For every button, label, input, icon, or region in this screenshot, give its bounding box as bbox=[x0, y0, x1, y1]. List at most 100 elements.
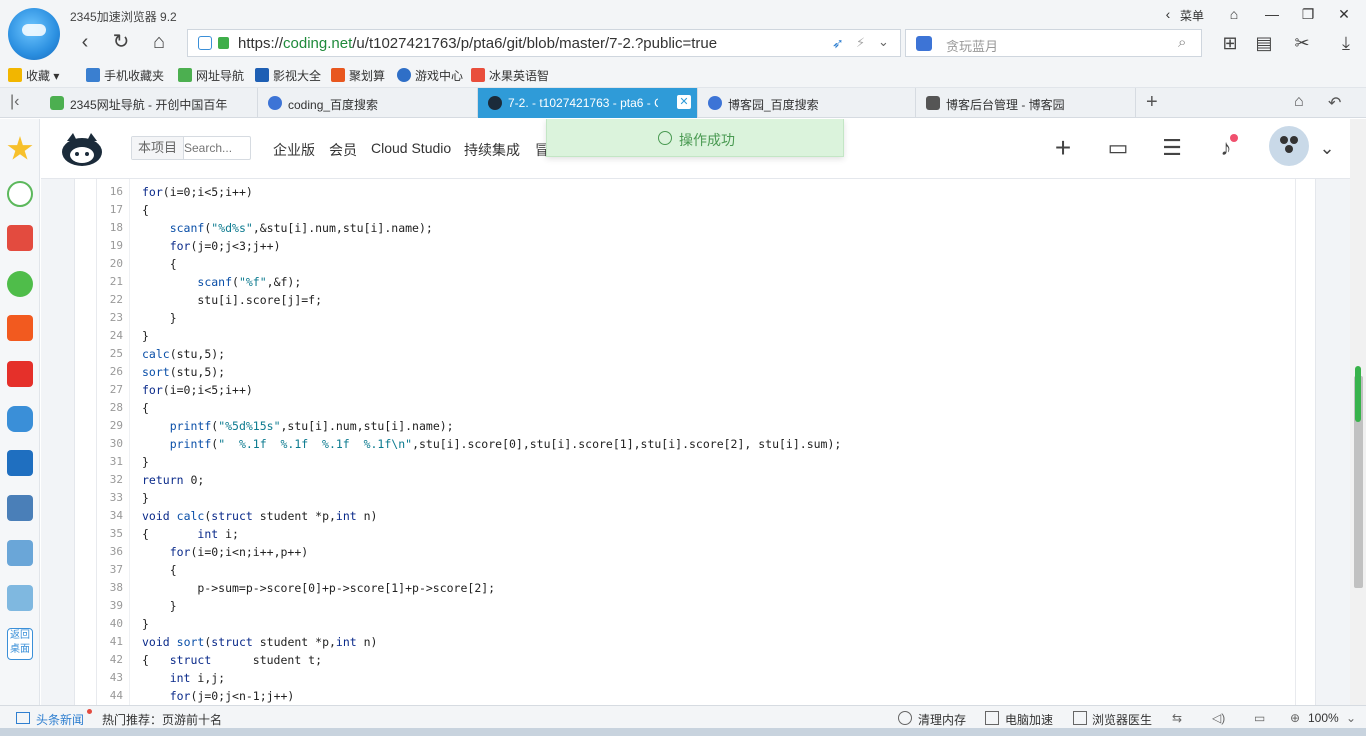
code-line: sort(stu,5); bbox=[142, 365, 226, 379]
code-line: for(j=0;j<n-1;j++) bbox=[169, 689, 295, 703]
video-icon[interactable] bbox=[7, 450, 33, 476]
window-icon[interactable]: ▭ bbox=[1254, 711, 1265, 725]
download-icon[interactable]: ⤓ bbox=[1334, 32, 1358, 56]
collapse-sidebar-icon[interactable]: |‹ bbox=[10, 93, 19, 111]
new-tab-icon[interactable]: + bbox=[1146, 91, 1158, 114]
zoom-icon: ⊕ bbox=[1290, 711, 1301, 725]
line-number: 36 bbox=[109, 545, 123, 558]
network-icon[interactable]: ⇆ bbox=[1172, 711, 1182, 725]
plus-icon[interactable]: + bbox=[1051, 134, 1075, 162]
tab-bar: |‹ 2345网址导航 - 开创中国百年 coding_百度搜索 7-2. - … bbox=[0, 88, 1366, 118]
notification-dot bbox=[1230, 134, 1238, 142]
search-icon[interactable]: ⌕ bbox=[1178, 34, 1186, 51]
minimize-icon[interactable]: — bbox=[1262, 4, 1282, 24]
taobao-icon[interactable] bbox=[7, 315, 33, 341]
address-bar[interactable]: https://coding.net/u/t1027421763/p/pta6/… bbox=[187, 29, 901, 57]
terminal-icon[interactable]: ▭ bbox=[1106, 137, 1130, 161]
tab-2345[interactable]: 2345网址导航 - 开创中国百年 bbox=[40, 88, 258, 118]
volume-icon[interactable]: ◁) bbox=[1212, 711, 1225, 725]
line-number: 37 bbox=[109, 563, 123, 576]
bookmark-item[interactable]: 聚划算 bbox=[331, 67, 385, 84]
calculator-icon[interactable] bbox=[7, 540, 33, 566]
code-block: 16 17 18 19 20 21 22 23 24 25 26 27 28 29 30 31 32 33 34 35… bbox=[96, 179, 1296, 705]
chevron-down-icon[interactable]: ⌄ bbox=[1346, 711, 1356, 725]
code-line: { bbox=[142, 203, 149, 217]
line-number: 27 bbox=[109, 383, 123, 396]
nav-enterprise[interactable]: 企业版 bbox=[273, 140, 315, 160]
bookmark-item[interactable]: 收藏 ▾ bbox=[8, 67, 59, 84]
nav-member[interactable]: 会员 bbox=[329, 140, 357, 160]
project-search-input[interactable] bbox=[184, 137, 248, 159]
tools-icon[interactable]: ✂ bbox=[1290, 32, 1314, 56]
tab-cnblogs-search[interactable]: 博客园_百度搜索 bbox=[698, 88, 916, 118]
smile-icon bbox=[658, 131, 672, 145]
tab-coding-search[interactable]: coding_百度搜索 bbox=[258, 88, 478, 118]
reload-icon[interactable]: ↻ bbox=[108, 30, 134, 56]
restore-icon[interactable]: ❐ bbox=[1298, 4, 1318, 24]
code-line: void calc(struct student *p,int n) bbox=[142, 509, 378, 523]
close-tab-icon[interactable]: ✕ bbox=[677, 95, 691, 109]
project-search[interactable]: 本项目 bbox=[131, 136, 251, 160]
status-doctor[interactable]: 浏览器医生 bbox=[1092, 711, 1152, 728]
search-input[interactable]: 贪玩蓝月 bbox=[946, 36, 998, 55]
home-icon[interactable]: ⌂ bbox=[146, 30, 172, 56]
bookmark-item[interactable]: 冰果英语智 bbox=[471, 67, 549, 84]
toutiao-icon[interactable] bbox=[7, 225, 33, 251]
code-line: { struct student t; bbox=[142, 653, 323, 667]
menu-chevron-icon[interactable]: ‹ bbox=[1158, 4, 1178, 24]
apps-icon[interactable]: ⊞ bbox=[1218, 32, 1242, 56]
bookmark-item[interactable]: 游戏中心 bbox=[397, 67, 463, 84]
lightning-icon[interactable]: ⚡ bbox=[856, 35, 865, 51]
tab-cnblogs-admin[interactable]: 博客后台管理 - 博客园 bbox=[916, 88, 1136, 118]
undo-close-icon[interactable]: ↶ bbox=[1328, 93, 1341, 113]
bookmark-item[interactable]: 网址导航 bbox=[178, 67, 244, 84]
status-speed[interactable]: 电脑加速 bbox=[1005, 711, 1053, 728]
line-number: 43 bbox=[109, 671, 123, 684]
search-scope[interactable]: 本项目 bbox=[132, 137, 185, 159]
close-window-icon[interactable]: ✕ bbox=[1334, 4, 1354, 24]
news-dot bbox=[87, 709, 92, 714]
page-scrollbar[interactable] bbox=[1350, 119, 1366, 705]
nav-cloud-studio[interactable]: Cloud Studio bbox=[371, 140, 451, 156]
server-icon[interactable]: ☰ bbox=[1160, 137, 1184, 161]
bookmark-item[interactable]: 影视大全 bbox=[255, 67, 321, 84]
search-box[interactable]: 贪玩蓝月 ⌕ bbox=[905, 29, 1202, 57]
status-news[interactable]: 头条新闻 bbox=[36, 711, 84, 728]
gamepad-icon[interactable] bbox=[7, 406, 33, 432]
status-clean[interactable]: 清理内存 bbox=[918, 711, 966, 728]
return-desktop-icon[interactable]: 返回 桌面 bbox=[7, 628, 33, 660]
code-line: p->sum=p->score[0]+p->score[1]+p->score[… bbox=[142, 581, 496, 595]
history-icon[interactable] bbox=[7, 181, 33, 207]
bookmark-item[interactable]: 手机收藏夹 bbox=[86, 67, 164, 84]
line-number: 16 bbox=[109, 185, 123, 198]
chevron-down-icon[interactable]: ⌄ bbox=[878, 34, 889, 50]
status-zoom[interactable]: 100% bbox=[1308, 711, 1339, 725]
code-line: scanf("%d%s",&stu[i].num,stu[i].name); bbox=[169, 221, 433, 235]
address-url[interactable]: https://coding.net/u/t1027421763/p/pta6/… bbox=[238, 35, 717, 52]
deal-icon bbox=[331, 68, 345, 82]
discount-icon[interactable] bbox=[7, 361, 33, 387]
clear-icon[interactable]: ⌂ bbox=[1294, 93, 1304, 111]
favorites-icon[interactable] bbox=[7, 136, 33, 160]
chevron-down-icon[interactable]: ⌄ bbox=[1315, 137, 1339, 161]
home-icon bbox=[178, 68, 192, 82]
notebook-icon[interactable] bbox=[7, 585, 33, 611]
tab-coding-file[interactable]: 7-2. - t1027421763 - pta6 - C ✕ bbox=[478, 88, 698, 118]
reader-icon[interactable]: ▤ bbox=[1252, 32, 1276, 56]
avatar[interactable] bbox=[1269, 126, 1309, 166]
skin-icon[interactable]: ⌂ bbox=[1224, 4, 1244, 24]
line-number: 30 bbox=[109, 437, 123, 450]
rocket-icon[interactable]: ➶ bbox=[832, 35, 844, 52]
toast-message: 操作成功 bbox=[679, 132, 735, 148]
menu-label[interactable]: 菜单 bbox=[1180, 7, 1204, 24]
line-number: 17 bbox=[109, 203, 123, 216]
baidu-icon bbox=[708, 96, 722, 110]
status-hot[interactable]: 热门推荐：页游前十名 bbox=[102, 711, 222, 728]
coding-logo-icon[interactable] bbox=[59, 131, 105, 167]
browser-titlebar: 2345加速浏览器 9.2 ‹ 菜单 ⌂ — ❐ ✕ ‹ ↻ ⌂ https:/… bbox=[0, 0, 1366, 62]
code-line: calc(stu,5); bbox=[142, 347, 226, 361]
back-icon[interactable]: ‹ bbox=[72, 30, 98, 56]
wechat-icon[interactable] bbox=[7, 271, 33, 297]
computer-icon[interactable] bbox=[7, 495, 33, 521]
nav-ci[interactable]: 持续集成 bbox=[464, 140, 520, 160]
